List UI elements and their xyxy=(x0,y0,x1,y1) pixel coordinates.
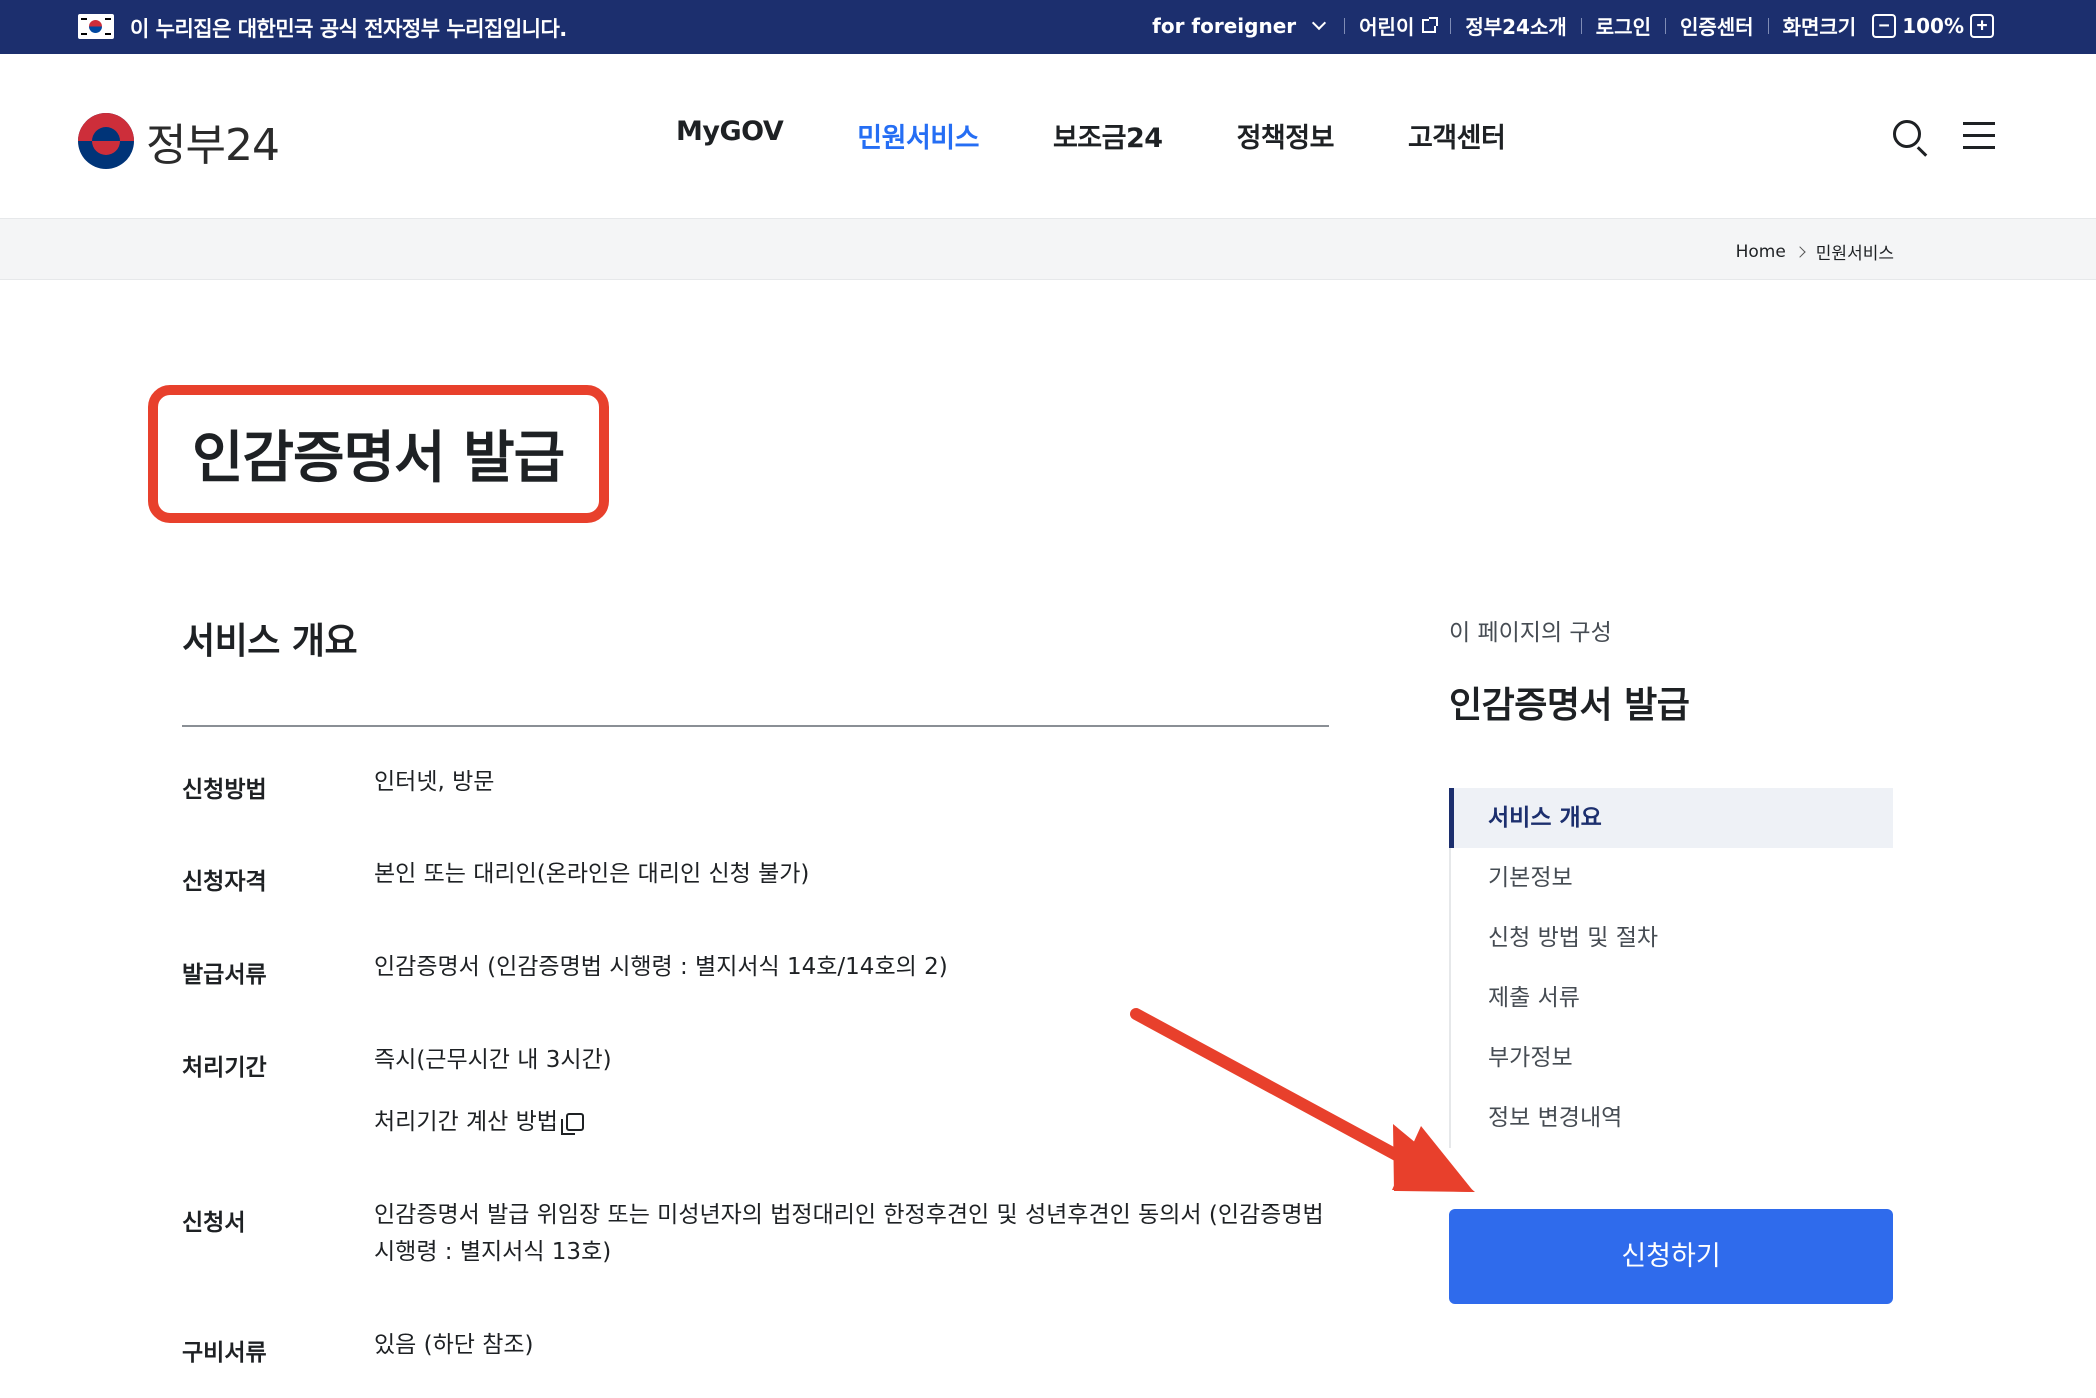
row-label-document: 발급서류 xyxy=(182,962,267,988)
nav-civil-service[interactable]: 민원서비스 xyxy=(857,116,979,155)
gov-banner: 이 누리집은 대한민국 공식 전자정부 누리집입니다. for foreigne… xyxy=(0,0,2096,54)
toc-item-procedure[interactable]: 신청 방법 및 절차 xyxy=(1451,908,1893,968)
toc-heading: 인감증명서 발급 xyxy=(1449,685,1690,726)
breadcrumb: Home 민원서비스 xyxy=(1736,239,1894,265)
gov-notice: 이 누리집은 대한민국 공식 전자정부 누리집입니다. xyxy=(130,17,567,41)
utility-menu: for foreigner 어린이 정부24소개 로그인 인증센터 화면크기 −… xyxy=(1152,11,2000,40)
zoom-label: 화면크기 xyxy=(1782,15,1857,39)
page-title: 인감증명서 발급 xyxy=(192,426,565,491)
row-label-method: 신청방법 xyxy=(182,777,267,803)
section-title: 서비스 개요 xyxy=(182,621,358,662)
site-logo[interactable]: 정부24 xyxy=(78,109,280,173)
toc-item-overview[interactable]: 서비스 개요 xyxy=(1449,788,1893,848)
processing-time-calc-link[interactable]: 처리기간 계산 방법 xyxy=(374,1104,1329,1141)
toc-caption: 이 페이지의 구성 xyxy=(1449,620,1612,646)
toc-item-change-history[interactable]: 정보 변경내역 xyxy=(1451,1088,1893,1148)
row-label-processing-time: 처리기간 xyxy=(182,1055,267,1081)
processing-time-calc-label: 처리기간 계산 방법 xyxy=(374,1109,558,1135)
zoom-out-button[interactable]: − xyxy=(1872,13,1897,38)
nav-mygov[interactable]: MyGOV xyxy=(676,116,784,155)
breadcrumb-current[interactable]: 민원서비스 xyxy=(1816,239,1894,264)
row-value-eligibility: 본인 또는 대리인(온라인은 대리인 신청 불가) xyxy=(374,861,810,887)
nav-customer-center[interactable]: 고객센터 xyxy=(1408,116,1506,155)
kids-link[interactable]: 어린이 xyxy=(1359,11,1439,40)
zoom-value: 100% xyxy=(1902,13,1964,38)
foreigner-link[interactable]: for foreigner xyxy=(1152,14,1330,38)
section-divider xyxy=(182,725,1329,727)
toc-list: 서비스 개요 기본정보 신청 방법 및 절차 제출 서류 부가정보 정보 변경내… xyxy=(1449,788,1893,1148)
row-label-required-docs: 구비서류 xyxy=(182,1340,267,1366)
breadcrumb-band: Home 민원서비스 xyxy=(0,219,2096,280)
hamburger-menu-icon[interactable] xyxy=(1963,122,1995,150)
external-link-icon xyxy=(1422,16,1439,33)
toc-item-additional-info[interactable]: 부가정보 xyxy=(1451,1028,1893,1088)
main-nav: MyGOV 민원서비스 보조금24 정책정보 고객센터 xyxy=(676,116,1579,155)
cert-center-link[interactable]: 인증센터 xyxy=(1680,11,1754,40)
chevron-down-icon xyxy=(1312,15,1327,30)
zoom-control: 화면크기 − 100% + xyxy=(1783,11,2000,40)
site-header: 정부24 MyGOV 민원서비스 보조금24 정책정보 고객센터 xyxy=(0,54,2096,219)
row-value-processing-time: 즉시(근무시간 내 3시간) xyxy=(374,1047,612,1073)
breadcrumb-home[interactable]: Home xyxy=(1736,242,1786,262)
nav-subsidy[interactable]: 보조금24 xyxy=(1053,116,1163,155)
chevron-right-icon xyxy=(1794,245,1806,258)
row-value-required-docs: 있음 (하단 참조) xyxy=(374,1332,534,1358)
row-label-eligibility: 신청자격 xyxy=(182,869,267,895)
row-label-application-form: 신청서 xyxy=(182,1210,246,1236)
title-highlight-box: 인감증명서 발급 xyxy=(148,385,609,523)
about-link[interactable]: 정부24소개 xyxy=(1465,11,1566,40)
nav-policy[interactable]: 정책정보 xyxy=(1237,116,1335,155)
row-value-application-form: 인감증명서 발급 위임장 또는 미성년자의 법정대리인 한정후견인 및 성년후견… xyxy=(374,1202,1324,1265)
toc-item-documents[interactable]: 제출 서류 xyxy=(1451,968,1893,1028)
row-value-method: 인터넷, 방문 xyxy=(374,769,495,795)
zoom-in-button[interactable]: + xyxy=(1970,13,1994,38)
taeguk-logo-icon xyxy=(78,113,134,169)
row-value-document: 인감증명서 (인감증명법 시행령 : 별지서식 14호/14호의 2) xyxy=(374,954,948,980)
toc-item-basic-info[interactable]: 기본정보 xyxy=(1451,848,1893,908)
logo-text: 정부24 xyxy=(146,120,280,171)
search-icon[interactable] xyxy=(1893,120,1921,148)
apply-button[interactable]: 신청하기 xyxy=(1449,1209,1893,1304)
korean-flag-icon xyxy=(78,14,114,39)
copy-icon xyxy=(560,1113,584,1135)
login-link[interactable]: 로그인 xyxy=(1596,11,1651,40)
